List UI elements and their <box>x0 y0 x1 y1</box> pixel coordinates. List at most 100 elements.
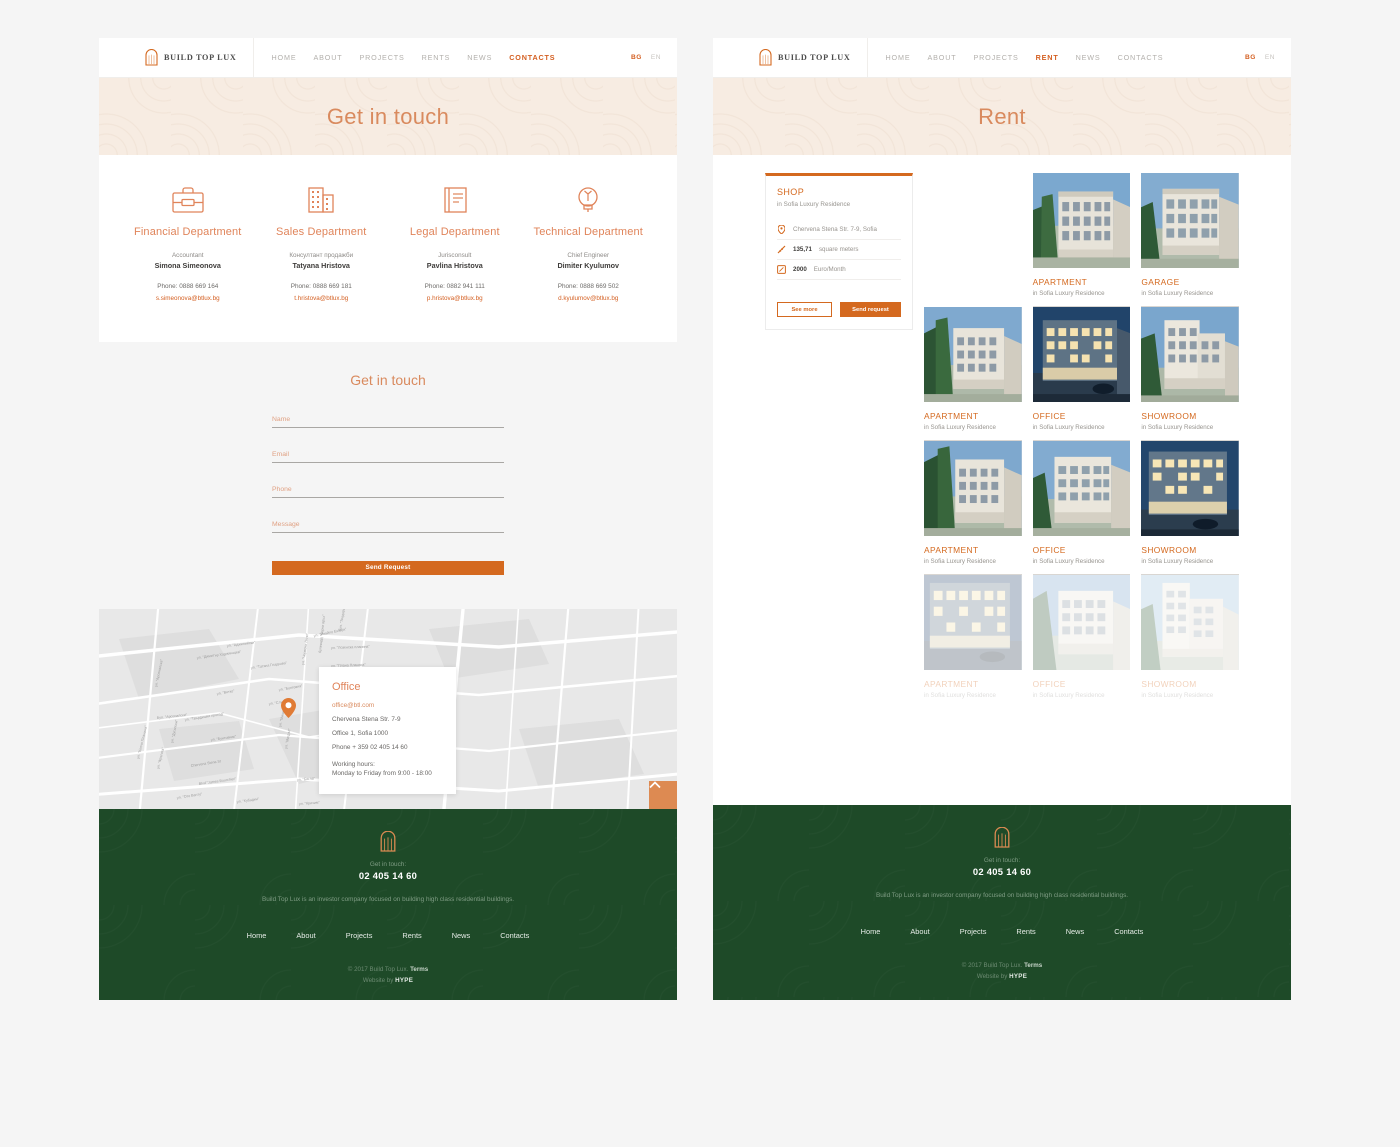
rent-navbar: BUILD TOP LUX HOME ABOUT PROJECTS RENT N… <box>713 38 1291 78</box>
listing-subtitle: in Sofia Luxury Residence <box>1032 290 1131 307</box>
department-email[interactable]: d.kyulumov@btlux.bg <box>523 295 653 302</box>
email-input[interactable] <box>272 451 504 463</box>
footer-nav-news[interactable]: News <box>452 931 470 940</box>
listing-subtitle: in Sofia Luxury Residence <box>1141 424 1239 441</box>
footer-nav-home[interactable]: Home <box>861 927 881 936</box>
nav-item-news[interactable]: NEWS <box>1076 53 1101 62</box>
shop-detail-address: Chervena Stena Str. 7-9, Sofia <box>777 220 901 240</box>
department-email[interactable]: p.hristova@btlux.bg <box>390 295 520 302</box>
lang-en[interactable]: EN <box>1265 54 1275 61</box>
listing-thumbnail <box>1032 575 1131 670</box>
footer-nav-contacts[interactable]: Contacts <box>1114 927 1143 936</box>
department-title: Financial Department <box>133 226 242 238</box>
terms-link[interactable]: Terms <box>410 966 428 973</box>
nav-item-rent[interactable]: RENT <box>1036 53 1059 62</box>
listing-thumbnail <box>1141 307 1239 402</box>
listing-card[interactable]: OFFICE in Sofia Luxury Residence <box>1032 575 1131 708</box>
nav-divider <box>252 38 254 78</box>
phone-input[interactable] <box>272 486 504 498</box>
nav-item-projects[interactable]: PROJECTS <box>359 53 404 62</box>
office-email[interactable]: office@btl.com <box>332 702 443 709</box>
listing-card[interactable]: APARTMENT in Sofia Luxury Residence <box>1032 173 1131 307</box>
nav-item-contacts[interactable]: CONTACTS <box>1118 53 1164 62</box>
footer-logo[interactable] <box>713 826 1291 848</box>
footer-phone[interactable]: 02 405 14 60 <box>99 870 677 881</box>
listing-card[interactable]: APARTMENT in Sofia Luxury Residence <box>924 307 1022 441</box>
listing-card[interactable]: APARTMENT in Sofia Luxury Residence <box>924 441 1022 575</box>
listing-card[interactable]: SHOWROOM in Sofia Luxury Residence <box>1141 307 1239 441</box>
nav-item-projects[interactable]: PROJECTS <box>973 53 1018 62</box>
contacts-language-switcher: BG EN <box>631 54 661 61</box>
listing-subtitle: in Sofia Luxury Residence <box>924 558 1022 575</box>
scroll-to-top-button[interactable] <box>649 780 677 809</box>
listing-card[interactable]: SHOWROOM in Sofia Luxury Residence <box>1141 575 1239 708</box>
listing-subtitle: in Sofia Luxury Residence <box>1141 692 1214 699</box>
department-technical: Technical Department Chief Engineer Dimi… <box>523 181 653 302</box>
footer-nav-about[interactable]: About <box>296 931 315 940</box>
department-email[interactable]: s.simeonova@btlux.bg <box>123 295 253 302</box>
contacts-page: BUILD TOP LUX HOME ABOUT PROJECTS RENTS … <box>99 38 677 1000</box>
listing-thumbnail <box>1032 441 1131 536</box>
lightbulb-icon <box>523 181 653 219</box>
website-by-label: Website by <box>976 973 1008 980</box>
footer-nav-rents[interactable]: Rents <box>402 931 421 940</box>
name-input[interactable] <box>272 416 504 428</box>
lang-bg[interactable]: BG <box>631 54 642 61</box>
contacts-nav-links: HOME ABOUT PROJECTS RENTS NEWS CONTACTS <box>272 53 556 62</box>
shop-card-actions: See more Send request <box>777 302 901 317</box>
nav-item-home[interactable]: HOME <box>272 53 297 62</box>
contact-form-section: Get in touch Send Request <box>99 342 677 609</box>
footer-website-by: Website by HYPE <box>99 977 677 984</box>
location-pin-icon <box>281 697 296 718</box>
shop-card-subtitle: in Sofia Luxury Residence <box>777 201 851 208</box>
nav-item-rents[interactable]: RENTS <box>422 53 451 62</box>
lang-bg[interactable]: BG <box>1245 54 1256 61</box>
office-address-line2: Office 1, Sofia 1000 <box>332 729 389 737</box>
nav-item-news[interactable]: NEWS <box>467 53 492 62</box>
department-role: Accountant <box>171 252 204 259</box>
shop-price-unit: Euro/Month <box>813 266 846 273</box>
listing-card[interactable]: OFFICE in Sofia Luxury Residence <box>1032 441 1131 575</box>
terms-link[interactable]: Terms <box>1024 962 1042 969</box>
send-request-button[interactable]: Send request <box>840 302 901 317</box>
nav-item-about[interactable]: ABOUT <box>313 53 342 62</box>
footer-logo[interactable] <box>99 830 677 852</box>
footer-nav-about[interactable]: About <box>910 927 929 936</box>
message-input[interactable] <box>272 521 504 533</box>
footer-touch-label: Get in touch: <box>369 860 407 868</box>
briefcase-icon <box>123 181 253 219</box>
hype-link[interactable]: HYPE <box>395 977 413 984</box>
hype-link[interactable]: HYPE <box>1009 973 1027 980</box>
lang-en[interactable]: EN <box>651 54 661 61</box>
listing-title: APARTMENT <box>1032 277 1088 287</box>
nav-item-contacts[interactable]: CONTACTS <box>509 53 555 62</box>
footer-nav: Home About Projects Rents News Contacts <box>99 931 677 940</box>
department-person-name: Pavlina Hristova <box>426 261 483 270</box>
send-request-button[interactable]: Send Request <box>272 560 504 575</box>
footer-phone[interactable]: 02 405 14 60 <box>713 866 1291 877</box>
listing-title: SHOWROOM <box>1141 545 1197 555</box>
listing-thumbnail <box>924 575 1022 670</box>
footer-nav-rents[interactable]: Rents <box>1016 927 1035 936</box>
shop-detail-price: 2000 Euro/Month <box>777 260 901 280</box>
see-more-button[interactable]: See more <box>777 302 832 317</box>
logo[interactable]: BUILD TOP LUX <box>759 49 867 66</box>
office-map[interactable]: ул. "Димитър Хаджикоцев" ул. "Аджилийски… <box>99 608 677 809</box>
listing-card[interactable]: APARTMENT in Sofia Luxury Residence <box>924 575 1022 708</box>
nav-item-about[interactable]: ABOUT <box>927 53 956 62</box>
listing-card[interactable]: SHOWROOM in Sofia Luxury Residence <box>1141 441 1239 575</box>
shop-area-value: 135,71 <box>793 246 812 253</box>
footer-nav-projects[interactable]: Projects <box>960 927 987 936</box>
listing-subtitle: in Sofia Luxury Residence <box>1141 290 1239 307</box>
footer-nav-home[interactable]: Home <box>247 931 267 940</box>
nav-item-home[interactable]: HOME <box>886 53 911 62</box>
footer-nav-contacts[interactable]: Contacts <box>500 931 529 940</box>
footer-nav-news[interactable]: News <box>1066 927 1084 936</box>
listing-card[interactable]: OFFICE in Sofia Luxury Residence <box>1032 307 1131 441</box>
department-email[interactable]: t.hristova@btlux.bg <box>256 295 386 302</box>
listing-card[interactable]: GARAGE in Sofia Luxury Residence <box>1141 173 1239 307</box>
logo[interactable]: BUILD TOP LUX <box>145 49 253 66</box>
website-by-label: Website by <box>362 976 394 984</box>
footer-nav-projects[interactable]: Projects <box>346 931 373 940</box>
department-role: Jurisconsult <box>438 252 472 259</box>
